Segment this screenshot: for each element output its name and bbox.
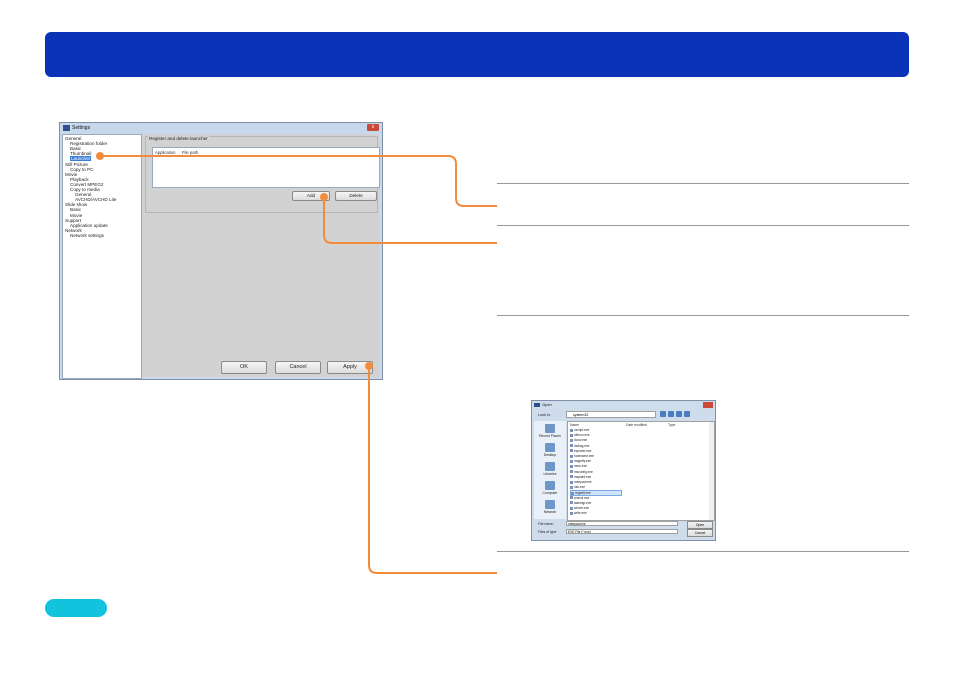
connector-dot-add [320,193,328,201]
note-badge [45,599,107,617]
connector-dot-launcher [96,152,104,160]
connector-add [323,197,497,244]
connector-dot-apply [365,362,373,370]
callout-connectors [96,152,497,574]
connector-launcher [100,155,497,207]
connector-apply [368,366,497,574]
